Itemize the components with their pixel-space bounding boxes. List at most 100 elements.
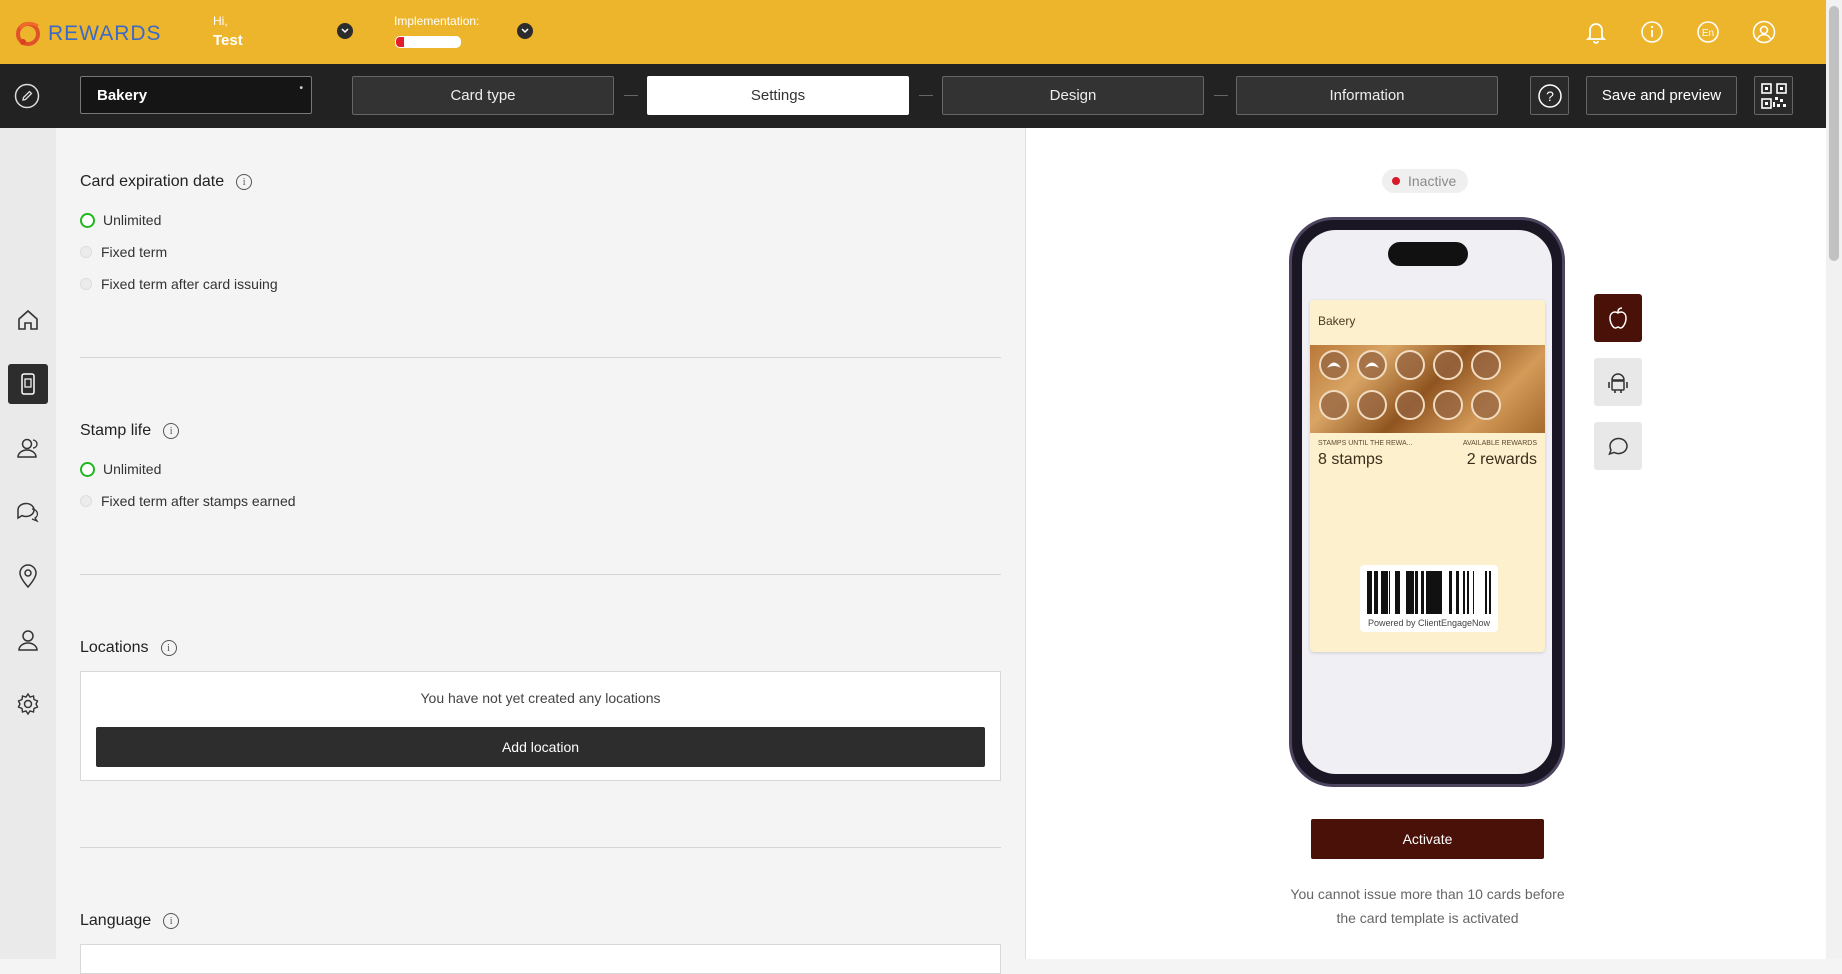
edit-icon[interactable] xyxy=(14,83,40,114)
message-icon xyxy=(1608,437,1628,456)
powered-by-text: Powered by ClientEngageNow xyxy=(1367,618,1491,628)
add-location-button[interactable]: Add location xyxy=(96,727,985,767)
stamp-life-option-after-earned[interactable]: Fixed term after stamps earned xyxy=(80,493,296,509)
step-information[interactable]: Information xyxy=(1236,76,1498,115)
sidebar-item-profile[interactable] xyxy=(8,620,48,660)
radio-label: Unlimited xyxy=(103,461,162,477)
stamp-earned xyxy=(1357,350,1387,380)
radio-unchecked-icon xyxy=(80,278,92,290)
info-icon[interactable]: i xyxy=(163,913,180,929)
language-title-text: Language xyxy=(80,912,152,929)
info-icon[interactable] xyxy=(1639,19,1665,45)
card-banner-image xyxy=(1310,345,1545,433)
barcode: Powered by ClientEngageNow xyxy=(1360,565,1498,632)
card-name-field[interactable]: Bakery • xyxy=(80,76,312,114)
stamp-life-option-unlimited[interactable]: Unlimited xyxy=(80,461,161,477)
bell-icon[interactable] xyxy=(1583,19,1609,45)
phone-mockup: Bakery STAMPS UNTIL THE REWA... 8 stamps… xyxy=(1289,217,1565,787)
qr-code-button[interactable] xyxy=(1754,76,1793,115)
locations-empty-text: You have not yet created any locations xyxy=(420,690,661,706)
logo[interactable]: REWARDS xyxy=(14,18,162,50)
implementation-progress xyxy=(395,36,461,48)
info-icon[interactable]: i xyxy=(163,423,180,439)
expiration-option-after-issuing[interactable]: Fixed term after card issuing xyxy=(80,276,278,292)
croissant-icon xyxy=(1365,362,1379,368)
message-preview-button[interactable] xyxy=(1594,422,1642,470)
apple-preview-button[interactable] xyxy=(1594,294,1642,342)
language-section-title: Language i xyxy=(80,912,180,930)
android-icon xyxy=(1608,373,1628,393)
implementation-chevron-icon[interactable] xyxy=(517,23,533,39)
chat-icon xyxy=(17,502,39,523)
activate-button[interactable]: Activate xyxy=(1311,819,1544,859)
stamp-earned xyxy=(1319,350,1349,380)
page-scrollbar[interactable] xyxy=(1826,0,1842,959)
sidebar-item-settings[interactable] xyxy=(8,684,48,724)
apple-icon xyxy=(1609,307,1627,329)
radio-checked-icon xyxy=(80,461,95,477)
account-icon[interactable] xyxy=(1751,19,1777,45)
save-and-preview-button[interactable]: Save and preview xyxy=(1586,76,1737,115)
user-menu-chevron-icon[interactable] xyxy=(337,23,353,39)
question-icon: ? xyxy=(1537,83,1562,108)
step-connector xyxy=(919,95,933,96)
sidebar-item-customers[interactable] xyxy=(8,428,48,468)
sidebar-item-locations[interactable] xyxy=(8,556,48,596)
activation-note: You cannot issue more than 10 cards befo… xyxy=(1276,882,1579,930)
expiration-option-fixed-term[interactable]: Fixed term xyxy=(80,244,167,260)
location-icon xyxy=(19,564,37,589)
stamps-label: STAMPS UNTIL THE REWA... xyxy=(1318,440,1413,447)
radio-label: Fixed term xyxy=(101,244,168,260)
card-name-text: Bakery xyxy=(97,87,148,104)
sidebar-item-messages[interactable] xyxy=(8,492,48,532)
top-bar: REWARDS Hi, Test Implementation: En xyxy=(0,0,1826,64)
stamps-value: 8 stamps xyxy=(1318,451,1383,468)
rewards-value: 2 rewards xyxy=(1466,451,1537,468)
info-icon[interactable]: i xyxy=(160,640,177,656)
user-name: Test xyxy=(213,32,243,49)
implementation-progress-fill xyxy=(396,37,404,47)
expiration-option-unlimited[interactable]: Unlimited xyxy=(80,212,161,228)
step-settings[interactable]: Settings xyxy=(647,76,909,115)
info-icon[interactable]: i xyxy=(236,174,253,190)
stamp-empty xyxy=(1471,390,1501,420)
expiration-title-text: Card expiration date xyxy=(80,173,225,190)
barcode-icon xyxy=(1367,571,1491,614)
language-select[interactable] xyxy=(80,944,1001,974)
step-card-type[interactable]: Card type xyxy=(352,76,614,115)
status-text: Inactive xyxy=(1408,173,1457,189)
scrollbar-thumb[interactable] xyxy=(1829,6,1839,261)
language-icon[interactable]: En xyxy=(1695,19,1721,45)
step-bar: Bakery • Card type Settings Design Infor… xyxy=(0,64,1826,128)
step-connector xyxy=(1214,95,1228,96)
profile-icon xyxy=(18,630,38,651)
stamp-life-title-text: Stamp life xyxy=(80,422,152,439)
phone-screen: Bakery STAMPS UNTIL THE REWA... 8 stamps… xyxy=(1302,230,1552,774)
inactive-dot-icon xyxy=(1392,177,1400,185)
rewards-label: AVAILABLE REWARDS xyxy=(1462,440,1537,447)
croissant-icon xyxy=(1327,362,1341,368)
android-preview-button[interactable] xyxy=(1594,358,1642,406)
sidebar-item-cards[interactable] xyxy=(8,364,48,404)
activation-note-line: You cannot issue more than 10 cards befo… xyxy=(1290,886,1565,902)
step-design[interactable]: Design xyxy=(942,76,1204,115)
card-icon xyxy=(21,373,35,395)
stamp-empty xyxy=(1319,390,1349,420)
user-greeting: Hi, Test xyxy=(213,14,243,49)
stamp-empty xyxy=(1433,350,1463,380)
status-badge: Inactive xyxy=(1382,169,1469,193)
step-connector xyxy=(624,95,638,96)
wallet-card: Bakery STAMPS UNTIL THE REWA... 8 stamps… xyxy=(1310,300,1545,652)
sidebar-item-home[interactable] xyxy=(8,300,48,340)
preview-panel: Inactive Bakery STAMPS UNTIL THE REWA...… xyxy=(1025,128,1827,959)
home-icon xyxy=(18,309,38,330)
stamp-empty xyxy=(1395,350,1425,380)
stamp-life-section-title: Stamp life i xyxy=(80,422,180,440)
help-button[interactable]: ? xyxy=(1530,76,1569,115)
expiration-section-title: Card expiration date i xyxy=(80,173,253,191)
section-divider xyxy=(80,574,1001,575)
implementation-label: Implementation: xyxy=(394,14,480,28)
radio-checked-icon xyxy=(80,212,95,228)
locations-box: You have not yet created any locations A… xyxy=(80,671,1001,781)
phone-notch xyxy=(1388,242,1468,266)
